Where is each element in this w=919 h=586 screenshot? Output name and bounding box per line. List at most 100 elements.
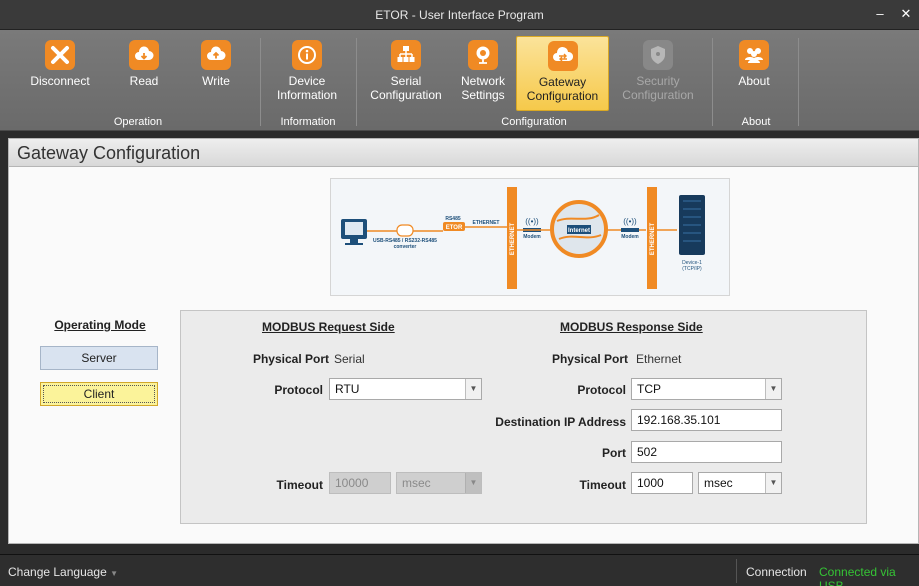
- diagram-converter-label: converter: [394, 244, 417, 250]
- request-physical-port-value: Serial: [334, 352, 365, 366]
- network-settings-label-1: Network: [460, 74, 505, 88]
- request-timeout-input[interactable]: 10000: [329, 472, 391, 494]
- window-title: ETOR - User Interface Program: [375, 8, 544, 22]
- status-divider: [736, 559, 737, 583]
- device-information-button[interactable]: Device Information: [262, 36, 352, 111]
- serial-configuration-button[interactable]: Serial Configuration: [360, 36, 452, 111]
- about-button[interactable]: About: [716, 36, 792, 111]
- network-diagram-graphic: USB-RS485 / RS232-RS485 converter RS485 …: [341, 187, 705, 289]
- gateway-configuration-button[interactable]: Gateway Configuration: [516, 36, 609, 111]
- disconnect-label: Disconnect: [30, 74, 90, 88]
- serial-network-icon: [391, 40, 421, 70]
- read-button[interactable]: Read: [104, 36, 184, 111]
- operating-mode-title: Operating Mode: [54, 318, 146, 332]
- disconnect-button[interactable]: Disconnect: [20, 36, 100, 111]
- request-protocol-value: RTU: [335, 382, 360, 396]
- group-separator: [356, 38, 357, 126]
- group-label-configuration: Configuration: [501, 116, 567, 128]
- read-label: Read: [129, 74, 159, 88]
- serial-configuration-label-2: Configuration: [370, 88, 442, 102]
- diagram-internet-label: Internet: [568, 228, 590, 234]
- minimize-icon[interactable]: –: [871, 5, 889, 23]
- wifi-icon: ((•)): [525, 217, 539, 226]
- shield-icon: [643, 40, 673, 70]
- network-settings-label-2: Settings: [461, 88, 505, 102]
- request-physical-port-label: Physical Port: [252, 352, 329, 366]
- client-mode-button[interactable]: Client: [40, 382, 158, 406]
- request-protocol-label: Protocol: [274, 383, 323, 397]
- disconnect-icon: [45, 40, 75, 70]
- chevron-down-icon[interactable]: ▼: [465, 473, 481, 493]
- response-protocol-value: TCP: [637, 382, 661, 396]
- close-icon[interactable]: ✕: [897, 5, 915, 23]
- request-timeout-unit-select[interactable]: msec ▼: [396, 472, 482, 494]
- change-language-label: Change Language: [8, 565, 107, 579]
- group-separator: [260, 38, 261, 126]
- ribbon: Disconnect Read Write Device Information…: [0, 30, 919, 131]
- request-timeout-unit-value: msec: [402, 476, 431, 490]
- destination-ip-input[interactable]: 192.168.35.101: [631, 409, 782, 431]
- diagram-ethernet-bar-left: ETHERNET: [510, 223, 516, 256]
- connection-status: Connected via USB: [819, 565, 896, 586]
- group-separator: [712, 38, 713, 126]
- modem-icon: [621, 228, 639, 232]
- gateway-cloud-icon: [547, 41, 578, 71]
- gateway-configuration-label-1: Gateway: [538, 75, 587, 89]
- response-side-title: MODBUS Response Side: [560, 320, 703, 334]
- network-diagram: USB-RS485 / RS232-RS485 converter RS485 …: [330, 178, 730, 296]
- response-physical-port-label: Physical Port: [551, 352, 628, 366]
- device-information-label-1: Device: [288, 74, 326, 88]
- network-globe-icon: [468, 40, 498, 70]
- diagram-etor-label: ETOR: [446, 225, 463, 231]
- group-separator: [798, 38, 799, 126]
- diagram-modem-label-left: Modem: [523, 234, 541, 240]
- cloud-upload-icon: [201, 40, 231, 70]
- diagram-modem-label-right: Modem: [621, 234, 639, 240]
- group-label-operation: Operation: [113, 116, 163, 128]
- page-title: Gateway Configuration: [17, 143, 201, 163]
- gateway-configuration-label-2: Configuration: [526, 89, 599, 103]
- diagram-tcpip-label: (TCP/IP): [682, 266, 702, 272]
- response-timeout-unit-value: msec: [704, 476, 733, 490]
- response-protocol-select[interactable]: TCP ▼: [631, 378, 782, 400]
- request-side-title: MODBUS Request Side: [262, 320, 395, 334]
- chevron-down-icon[interactable]: ▼: [465, 379, 481, 399]
- security-configuration-button[interactable]: Security Configuration: [612, 36, 704, 111]
- serial-configuration-label-1: Serial: [390, 74, 422, 88]
- response-timeout-label: Timeout: [579, 478, 626, 492]
- info-icon: [292, 40, 322, 70]
- converter-icon: [396, 224, 414, 237]
- write-button[interactable]: Write: [176, 36, 256, 111]
- users-icon: [739, 40, 769, 70]
- security-configuration-label-2: Configuration: [622, 88, 694, 102]
- security-configuration-label-1: Security: [636, 74, 680, 88]
- group-label-about: About: [741, 116, 771, 128]
- chevron-down-icon[interactable]: ▼: [765, 473, 781, 493]
- connection-label: Connection: [746, 565, 807, 579]
- request-timeout-label: Timeout: [276, 478, 323, 492]
- device-information-label-2: Information: [276, 88, 338, 102]
- response-timeout-input[interactable]: 1000: [631, 472, 693, 494]
- diagram-ethernet-label: ETHERNET: [473, 220, 500, 226]
- port-label: Port: [602, 446, 626, 460]
- group-label-information: Information: [280, 116, 336, 128]
- change-language-button[interactable]: Change Language ▼: [8, 565, 118, 579]
- chevron-down-icon: ▼: [110, 569, 119, 578]
- response-physical-port-value: Ethernet: [636, 352, 682, 366]
- chevron-down-icon[interactable]: ▼: [765, 379, 781, 399]
- about-label: About: [738, 74, 770, 88]
- diagram-ethernet-bar-right: ETHERNET: [650, 223, 656, 256]
- write-label: Write: [202, 74, 230, 88]
- page-header: Gateway Configuration: [8, 138, 919, 166]
- request-protocol-select[interactable]: RTU ▼: [329, 378, 482, 400]
- port-input[interactable]: 502: [631, 441, 782, 463]
- destination-ip-label: Destination IP Address: [495, 415, 626, 429]
- wifi-icon: ((•)): [623, 217, 637, 226]
- status-bar: Change Language ▼ Connection Connected v…: [0, 554, 919, 586]
- cloud-download-icon: [129, 40, 159, 70]
- response-protocol-label: Protocol: [577, 383, 626, 397]
- server-mode-button[interactable]: Server: [40, 346, 158, 370]
- response-timeout-unit-select[interactable]: msec ▼: [698, 472, 782, 494]
- network-settings-button[interactable]: Network Settings: [452, 36, 514, 111]
- diagram-rs485-label: RS485: [445, 216, 461, 222]
